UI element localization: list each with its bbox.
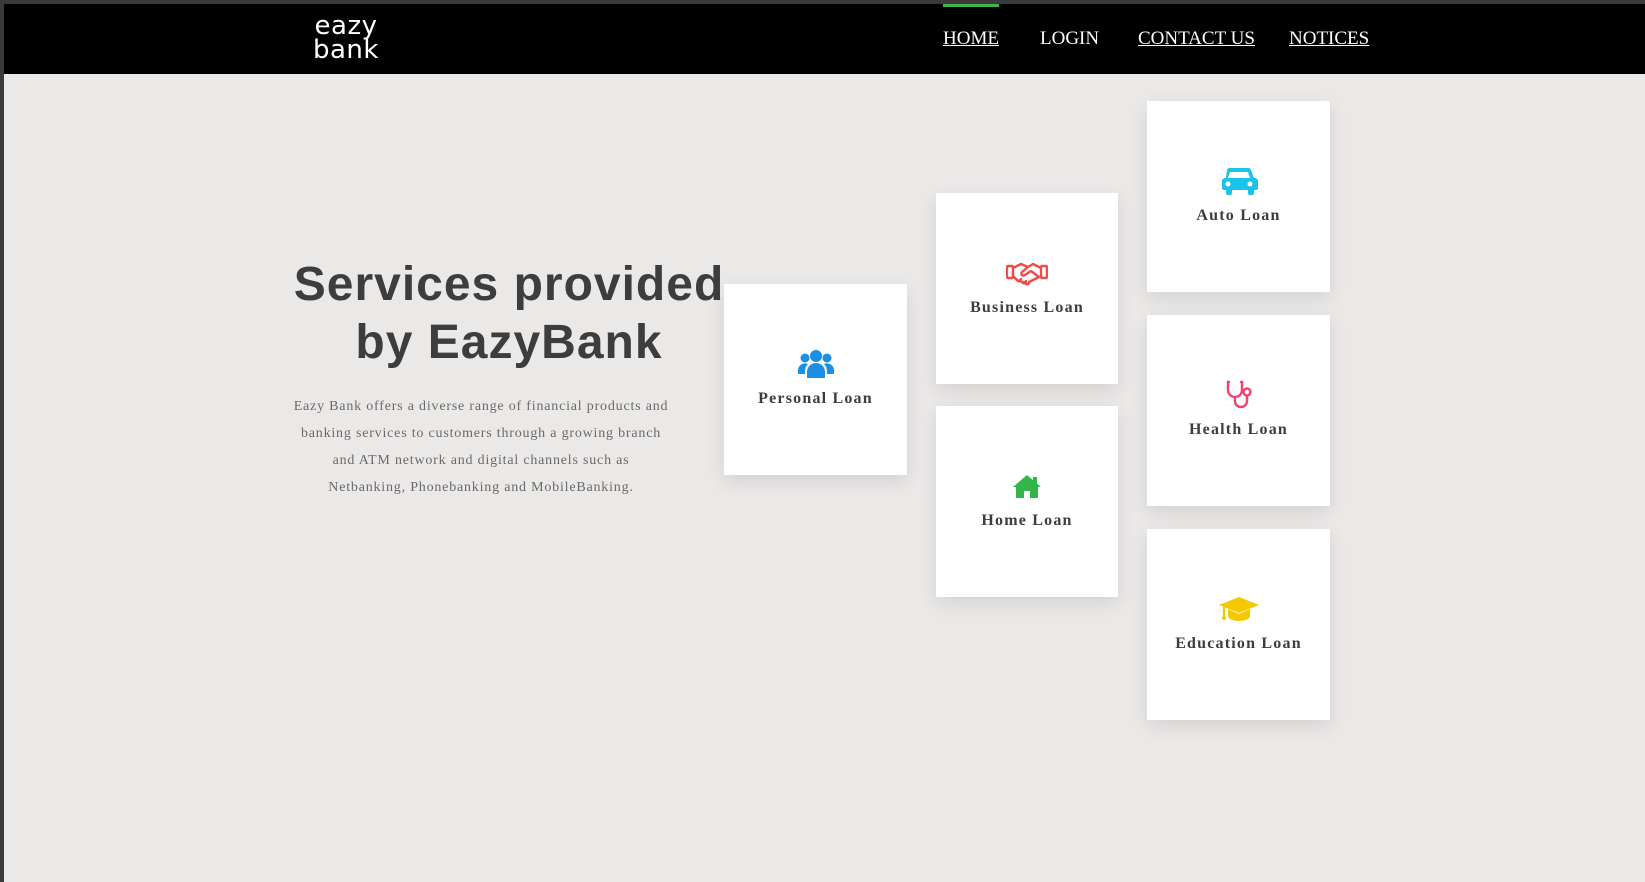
top-navbar: eazy bank HOME LOGIN CONTACT US NOTICES <box>4 4 1645 74</box>
description-line: Netbanking, Phonebanking and MobileBanki… <box>328 480 634 495</box>
eazybank-logo[interactable]: eazy bank <box>306 13 386 65</box>
services-heading-line1: Services provided <box>293 258 725 311</box>
services-heading-line2: by EazyBank <box>355 316 663 369</box>
nav-home-link[interactable]: HOME <box>943 4 999 74</box>
service-card-home-loan[interactable]: Home Loan <box>936 406 1118 597</box>
service-card-personal-loan[interactable]: Personal Loan <box>724 284 907 475</box>
car-icon <box>1147 163 1330 199</box>
services-heading: Services provided by EazyBank <box>274 256 744 372</box>
stethoscope-icon <box>1147 377 1330 413</box>
users-icon <box>724 346 907 382</box>
service-label: Home Loan <box>981 512 1073 529</box>
description-line: banking services to customers through a … <box>300 426 662 441</box>
handshake-icon <box>936 255 1118 291</box>
nav-notices-link[interactable]: NOTICES <box>1289 4 1369 74</box>
service-card-auto-loan[interactable]: Auto Loan <box>1147 101 1330 292</box>
services-description: Eazy Bank offers a diverse range of fina… <box>276 393 686 501</box>
service-label: Health Loan <box>1189 421 1288 438</box>
service-label: Auto Loan <box>1196 207 1281 224</box>
logo-line-bank: bank <box>313 35 379 65</box>
graduation-cap-icon <box>1147 591 1330 627</box>
service-card-health-loan[interactable]: Health Loan <box>1147 315 1330 506</box>
service-card-business-loan[interactable]: Business Loan <box>936 193 1118 384</box>
description-line: and ATM network and digital channels suc… <box>332 453 630 468</box>
description-line: Eazy Bank offers a diverse range of fina… <box>293 399 669 414</box>
service-label: Personal Loan <box>758 390 873 407</box>
nav-contact-us-link[interactable]: CONTACT US <box>1138 4 1255 74</box>
nav-login-link[interactable]: LOGIN <box>1040 4 1099 74</box>
browser-viewport: eazy bank HOME LOGIN CONTACT US NOTICES … <box>4 4 1645 882</box>
service-label: Education Loan <box>1175 635 1302 652</box>
service-label: Business Loan <box>970 299 1084 316</box>
home-icon <box>936 468 1118 504</box>
service-card-education-loan[interactable]: Education Loan <box>1147 529 1330 720</box>
